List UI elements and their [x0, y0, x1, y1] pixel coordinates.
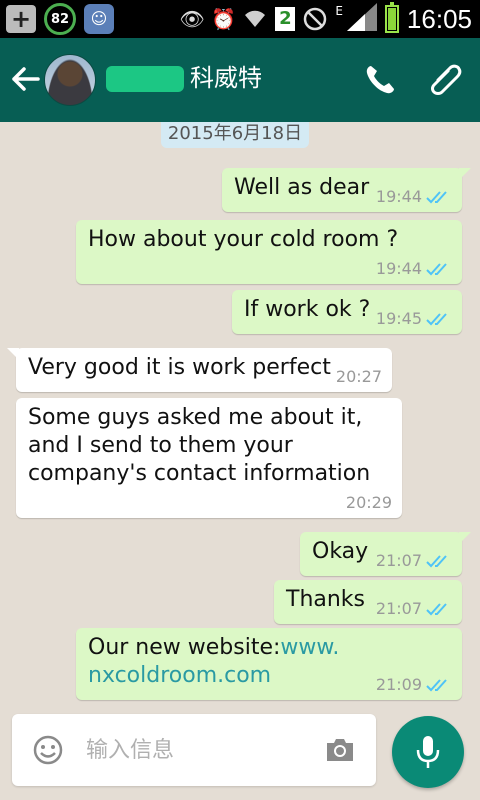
- emoji-icon[interactable]: [32, 734, 64, 766]
- contact-avatar[interactable]: [44, 54, 96, 106]
- website-link[interactable]: www.: [280, 635, 339, 660]
- contact-name-text: 科威特: [190, 64, 262, 92]
- network-type: E: [335, 4, 343, 18]
- phone-icon[interactable]: [362, 62, 398, 98]
- message-time: 19:44: [375, 259, 422, 278]
- wifi-icon: [243, 7, 267, 31]
- message-composer: [12, 714, 376, 786]
- percentage-badge-icon: 82: [44, 3, 76, 35]
- message-text: How about your cold room ?: [88, 227, 399, 252]
- mic-icon: [416, 736, 440, 768]
- outgoing-message[interactable]: Thanks 21:07: [274, 580, 462, 624]
- message-input[interactable]: [86, 728, 306, 772]
- message-text-line: and I send to them your: [28, 433, 293, 458]
- badge-value: 82: [50, 11, 70, 27]
- message-text-line: company's contact information: [28, 461, 371, 486]
- message-text: If work ok ?: [244, 297, 371, 322]
- camera-icon[interactable]: [324, 736, 356, 764]
- outgoing-message[interactable]: If work ok ? 19:45: [232, 290, 462, 334]
- outgoing-message[interactable]: Our new website:www. nxcoldroom.com 21:0…: [76, 628, 462, 700]
- redacted-name-mark: [106, 66, 184, 92]
- battery-icon: [384, 2, 399, 33]
- add-notification-icon: +: [6, 5, 36, 33]
- message-time: 21:07: [375, 551, 422, 570]
- eye-icon: 👁: [179, 7, 205, 31]
- website-link[interactable]: nxcoldroom.com: [88, 663, 271, 688]
- outgoing-message[interactable]: Well as dear 19:44: [222, 168, 471, 212]
- message-text: Okay: [312, 539, 369, 564]
- double-tick-icon: [426, 190, 447, 203]
- incoming-message[interactable]: Very good it is work perfect 20:27: [7, 348, 392, 392]
- chat-header: 科威特: [0, 38, 480, 122]
- message-text: Well as dear: [234, 175, 370, 200]
- paperclip-icon[interactable]: [426, 60, 466, 100]
- message-list[interactable]: 2015年6月18日 Well as dear 19:44 How about …: [0, 122, 480, 800]
- message-time: 21:09: [375, 675, 422, 694]
- outgoing-message[interactable]: How about your cold room ? 19:44: [76, 220, 462, 284]
- message-time: 20:29: [345, 493, 392, 512]
- status-bar: + 82 ☺ 👁 ⏰ 2 E 16:05: [0, 0, 480, 38]
- double-tick-icon: [426, 602, 447, 615]
- double-tick-icon: [426, 678, 447, 691]
- clock: 16:05: [406, 3, 472, 34]
- outgoing-message[interactable]: Okay 21:07: [300, 532, 471, 576]
- message-text: Our new website:: [88, 635, 281, 660]
- message-time: 21:07: [375, 599, 422, 618]
- back-arrow-icon[interactable]: [8, 62, 42, 96]
- signal-icon: [346, 3, 377, 35]
- message-time: 19:44: [375, 187, 422, 206]
- no-disturb-icon: [303, 7, 327, 31]
- contact-name[interactable]: 科威特: [106, 58, 262, 98]
- message-text-line: Some guys asked me about it,: [28, 405, 363, 430]
- double-tick-icon: [426, 312, 447, 325]
- sim-badge-count: 2: [279, 8, 292, 29]
- double-tick-icon: [426, 554, 447, 567]
- message-time: 20:27: [335, 367, 382, 386]
- double-tick-icon: [426, 262, 447, 275]
- message-text: Very good it is work perfect: [28, 355, 331, 380]
- date-divider: 2015年6月18日: [161, 122, 309, 148]
- voice-record-button[interactable]: [392, 716, 464, 788]
- app-notification-icon: ☺: [84, 4, 114, 34]
- alarm-icon: ⏰: [211, 7, 237, 31]
- message-text: Thanks: [286, 587, 366, 612]
- incoming-message[interactable]: Some guys asked me about it, and I send …: [16, 398, 402, 518]
- sim-badge-icon: 2: [275, 7, 296, 31]
- message-time: 19:45: [375, 309, 422, 328]
